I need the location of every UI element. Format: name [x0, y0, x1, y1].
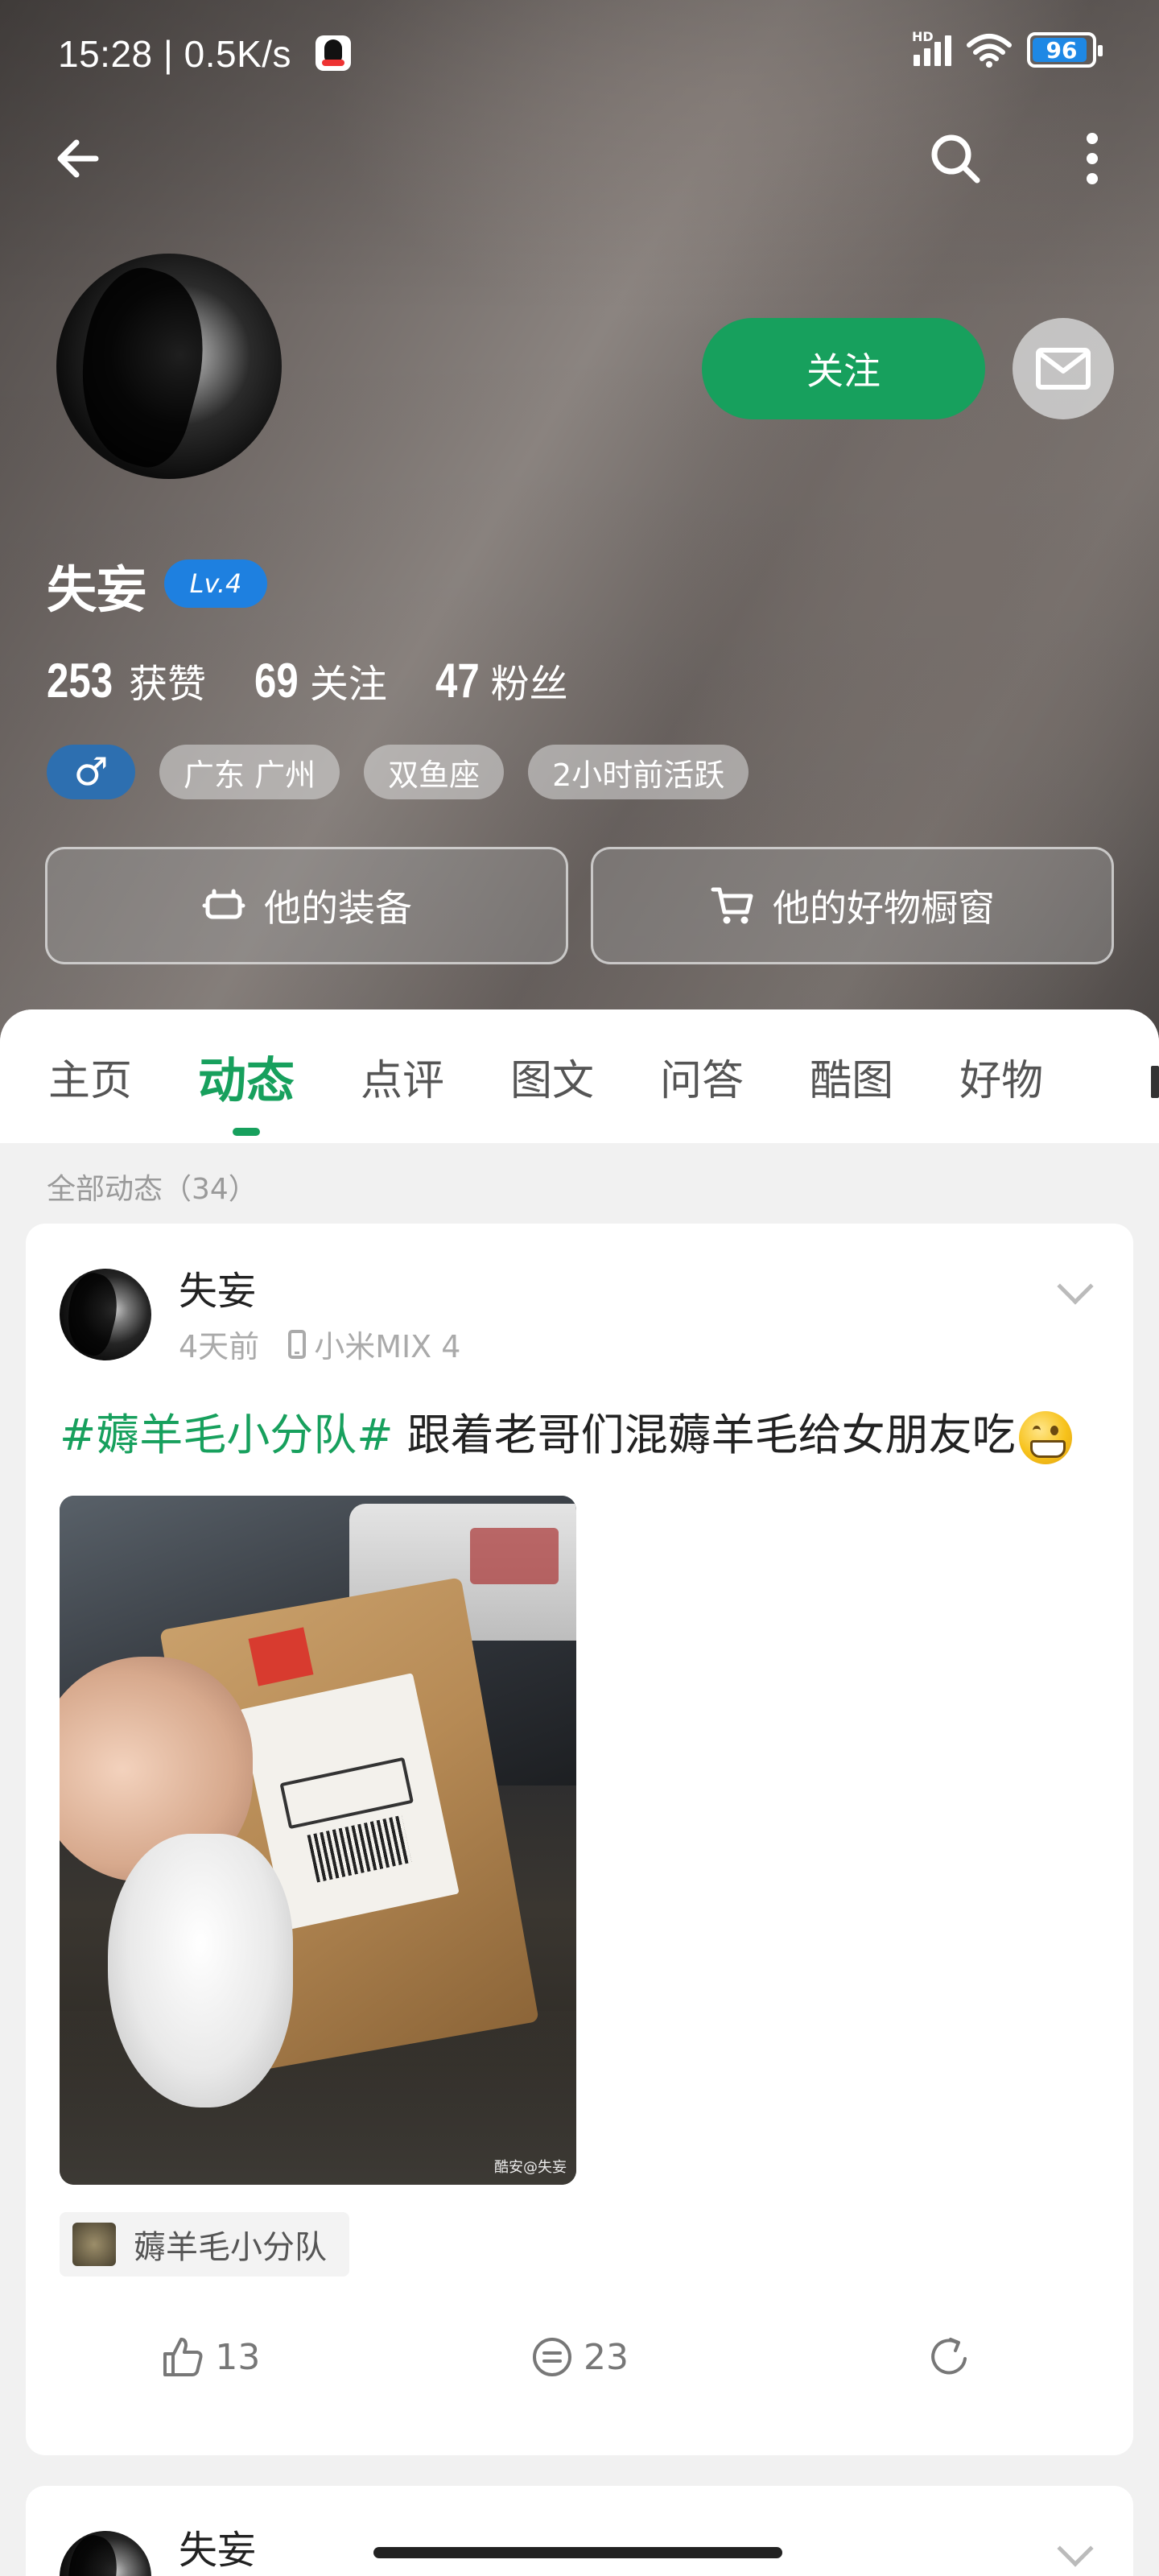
- share-icon: [930, 2338, 967, 2375]
- follow-button[interactable]: 关注: [702, 318, 985, 419]
- status-bar: 15:28 | 0.5K/s HD 96: [0, 0, 1159, 105]
- stat-likes-label: 获赞: [129, 662, 207, 707]
- post-body: 跟着老哥们混薅羊毛给女朋友吃: [393, 1410, 1016, 1460]
- tab-reviews[interactable]: 点评: [361, 1046, 444, 1107]
- message-button[interactable]: [1013, 318, 1114, 419]
- mail-icon: [1036, 348, 1091, 390]
- like-button[interactable]: 13: [26, 2334, 395, 2380]
- battery-icon: 96: [1027, 32, 1103, 68]
- equipment-button[interactable]: 他的装备: [45, 847, 568, 964]
- post-image[interactable]: 酷安@失妄: [60, 1496, 576, 2185]
- post-author-name[interactable]: 失妄: [179, 1259, 256, 1315]
- topic-thumbnail: [72, 2223, 116, 2266]
- shop-window-button[interactable]: 他的好物橱窗: [591, 847, 1114, 964]
- like-count: 13: [215, 2336, 261, 2378]
- cellular-signal-icon: HD: [912, 29, 951, 66]
- stat-likes[interactable]: 253 获赞: [47, 652, 206, 708]
- stat-following[interactable]: 69 关注: [254, 652, 387, 708]
- share-button[interactable]: [764, 2334, 1133, 2380]
- tab-goods[interactable]: 好物: [959, 1046, 1043, 1107]
- tab-qa[interactable]: 问答: [660, 1046, 744, 1107]
- battery-level: 96: [1046, 36, 1078, 64]
- image-watermark: 酷安@失妄: [494, 2159, 567, 2176]
- search-icon: [931, 134, 980, 184]
- comment-count: 23: [584, 2336, 629, 2378]
- qq-notification-icon: [316, 35, 351, 71]
- topic-label: 薅羊毛小分队: [134, 2229, 327, 2266]
- post-card[interactable]: 失妄 4天前 小米MIX 4 #薅羊毛小分队# 跟着老哥们混薅羊毛给女朋友吃 酷…: [26, 1224, 1133, 2455]
- status-time: 15:28 | 0.5K/s: [58, 33, 292, 75]
- shop-window-label: 他的好物橱窗: [773, 886, 995, 930]
- content-panel: 主页 动态 点评 图文 问答 酷图 好物 全部动态（34） 失妄 4天前 小米M…: [0, 1009, 1159, 2576]
- topic-chip[interactable]: 薅羊毛小分队: [60, 2212, 349, 2277]
- comment-icon: [533, 2338, 571, 2376]
- post-device: 小米MIX 4: [314, 1329, 461, 1364]
- feed-count-label: 全部动态（34）: [47, 1173, 258, 1206]
- post-hashtag[interactable]: #薅羊毛小分队#: [60, 1410, 394, 1460]
- stat-followers-label: 粉丝: [490, 662, 568, 707]
- more-vertical-icon: [1087, 133, 1098, 184]
- post-text: #薅羊毛小分队# 跟着老哥们混薅羊毛给女朋友吃: [60, 1399, 1072, 1465]
- home-indicator[interactable]: [373, 2547, 782, 2558]
- more-button[interactable]: [1056, 122, 1128, 195]
- equipment-label: 他的装备: [264, 886, 412, 930]
- device-icon: [202, 889, 245, 919]
- tab-articles[interactable]: 图文: [510, 1046, 594, 1107]
- post-meta: 4天前 小米MIX 4: [179, 1322, 460, 1366]
- stat-followers-count: 47: [435, 654, 480, 708]
- post-actions: 13 23: [26, 2334, 1133, 2380]
- network-type: HD: [912, 29, 934, 44]
- post-time: 4天前: [179, 1329, 260, 1364]
- back-arrow-icon: [57, 139, 99, 178]
- cart-icon: [711, 887, 753, 924]
- chevron-down-icon[interactable]: [1057, 2530, 1094, 2567]
- back-button[interactable]: [42, 122, 114, 195]
- stat-followers[interactable]: 47 粉丝: [435, 652, 568, 708]
- post-author-name[interactable]: 失妄: [179, 2518, 256, 2574]
- post-card[interactable]: 失妄: [26, 2486, 1133, 2576]
- comment-button[interactable]: 23: [395, 2334, 765, 2380]
- status-icons: HD 96: [912, 29, 1103, 68]
- level-badge[interactable]: Lv.4: [164, 559, 267, 608]
- tab-feed[interactable]: 动态: [198, 1042, 295, 1136]
- post-author-avatar[interactable]: [60, 2531, 151, 2576]
- gender-badge: ♂: [47, 745, 135, 799]
- chevron-down-icon[interactable]: [1057, 1268, 1094, 1305]
- tab-pictures[interactable]: 酷图: [810, 1046, 893, 1107]
- grin-emoji-icon: [1018, 1411, 1072, 1465]
- zodiac-tag: 双鱼座: [364, 745, 505, 799]
- profile-tabs: 主页 动态 点评 图文 问答 酷图 好物: [0, 1009, 1159, 1143]
- phone-icon: [288, 1329, 307, 1359]
- profile-avatar[interactable]: [56, 254, 282, 479]
- thumbs-up-icon: [163, 2338, 203, 2376]
- active-status-tag: 2小时前活跃: [528, 745, 749, 799]
- stat-following-count: 69: [254, 654, 299, 708]
- stat-likes-count: 253: [47, 654, 113, 708]
- post-author-avatar[interactable]: [60, 1269, 151, 1360]
- search-button[interactable]: [919, 122, 992, 195]
- wifi-icon: [967, 34, 1012, 68]
- profile-tags: ♂ 广东 广州 双鱼座 2小时前活跃: [47, 745, 749, 799]
- tabs-overflow-indicator: [1151, 1066, 1159, 1098]
- stat-following-label: 关注: [309, 662, 387, 707]
- tab-home[interactable]: 主页: [48, 1046, 132, 1107]
- profile-username: 失妄: [47, 560, 147, 619]
- location-tag: 广东 广州: [159, 745, 340, 799]
- profile-stats: 253 获赞 69 关注 47 粉丝: [47, 652, 568, 708]
